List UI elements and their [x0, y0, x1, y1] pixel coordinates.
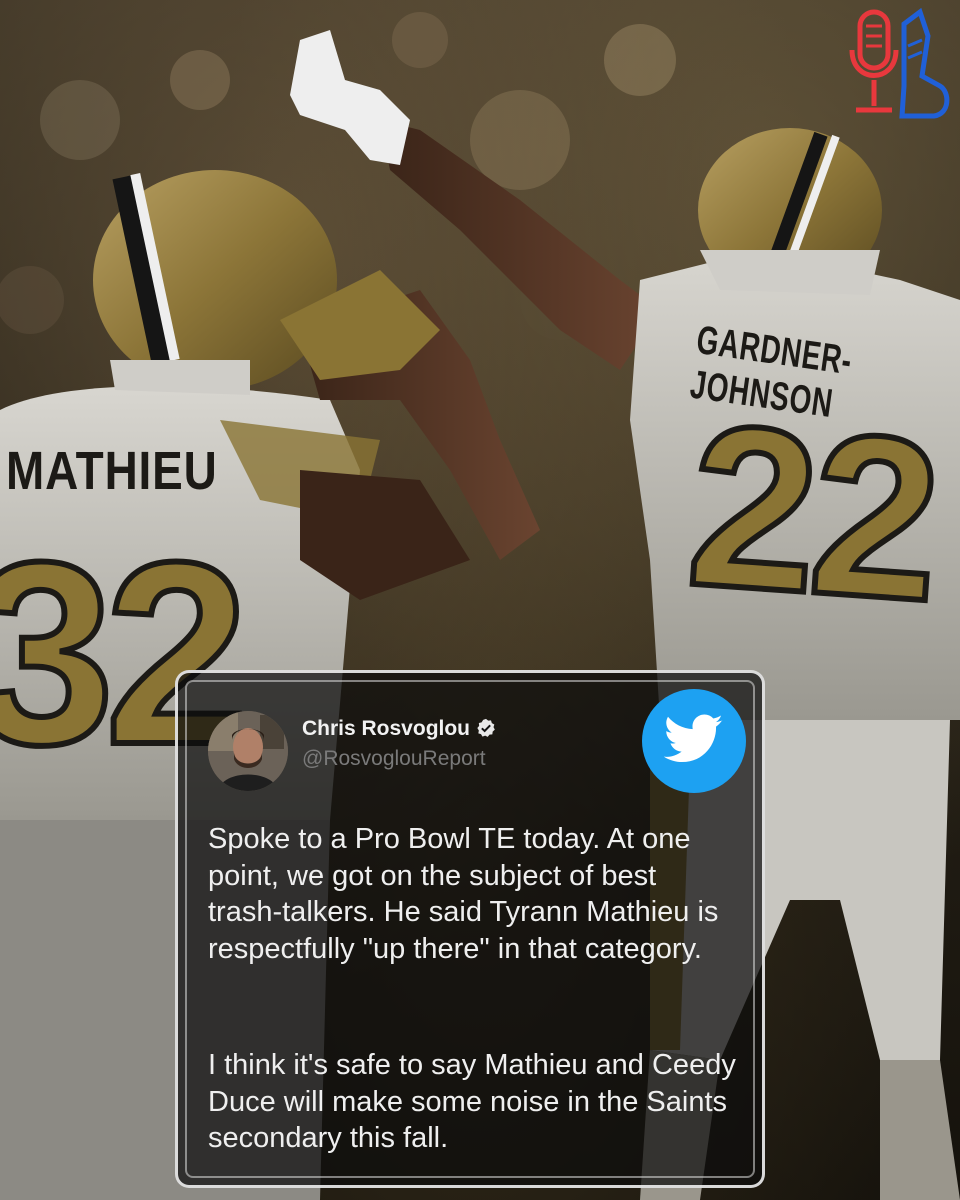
tweet-paragraph-1-text: Spoke to a Pro Bowl TE today. At one poi…: [208, 823, 719, 965]
tweet-card: Chris Rosvoglou @RosvoglouReport Spoke t…: [175, 670, 765, 1188]
tweet-paragraph-2-text: I think it's safe to say Mathieu and Cee…: [208, 1049, 736, 1154]
avatar[interactable]: [208, 711, 288, 791]
tweet-handle[interactable]: @RosvoglouReport: [302, 747, 486, 771]
twitter-logo-badge: [642, 689, 746, 793]
right-jersey-number: 22: [678, 373, 945, 652]
author-name-text[interactable]: Chris Rosvoglou: [302, 717, 470, 740]
twitter-bird-icon: [664, 714, 723, 763]
post-image: MATHIEU 32 GARDNER-JOHNSON 22 Chris Rosv…: [0, 0, 960, 1200]
tweet-author[interactable]: Chris Rosvoglou: [302, 717, 496, 741]
verified-badge-icon: [477, 718, 495, 737]
microphone-boot-logo-icon: [849, 7, 950, 119]
tweet-paragraph-2: I think it's safe to say Mathieu and Cee…: [208, 1047, 738, 1157]
tweet-paragraph-1: Spoke to a Pro Bowl TE today. At one poi…: [208, 821, 738, 967]
left-jersey-name: MATHIEU: [6, 441, 218, 501]
